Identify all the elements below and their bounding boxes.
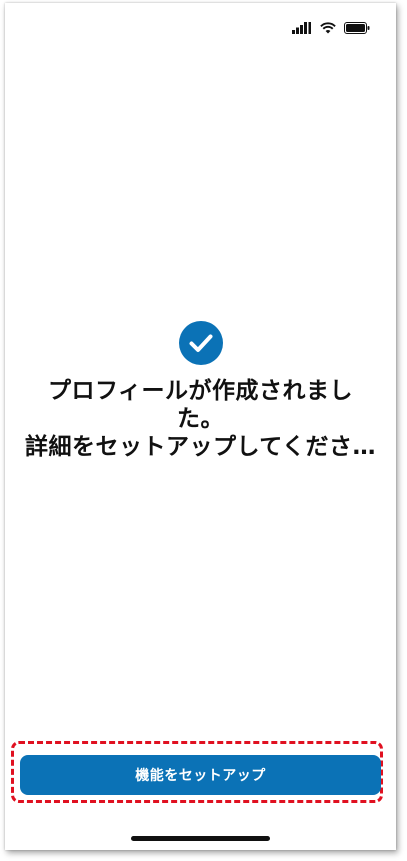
success-content: プロフィールが作成されまし た。 詳細をセットアップしてくださ… xyxy=(5,321,396,461)
wifi-icon xyxy=(320,22,336,34)
check-circle-icon xyxy=(178,321,223,365)
cellular-signal-icon xyxy=(292,22,311,34)
home-indicator[interactable] xyxy=(131,836,270,841)
status-icons xyxy=(292,22,370,34)
battery-icon xyxy=(344,22,370,34)
setup-features-button[interactable]: 機能をセットアップ xyxy=(20,755,381,795)
message-line-2: た。 xyxy=(177,406,224,432)
status-bar xyxy=(5,3,396,51)
success-message: プロフィールが作成されまし た。 詳細をセットアップしてくださ… xyxy=(21,377,380,461)
message-line-3: 詳細をセットアップしてくださ… xyxy=(24,434,377,460)
phone-screen: プロフィールが作成されまし た。 詳細をセットアップしてくださ… 機能をセットア… xyxy=(5,3,396,850)
message-line-1: プロフィールが作成されまし xyxy=(47,378,354,404)
